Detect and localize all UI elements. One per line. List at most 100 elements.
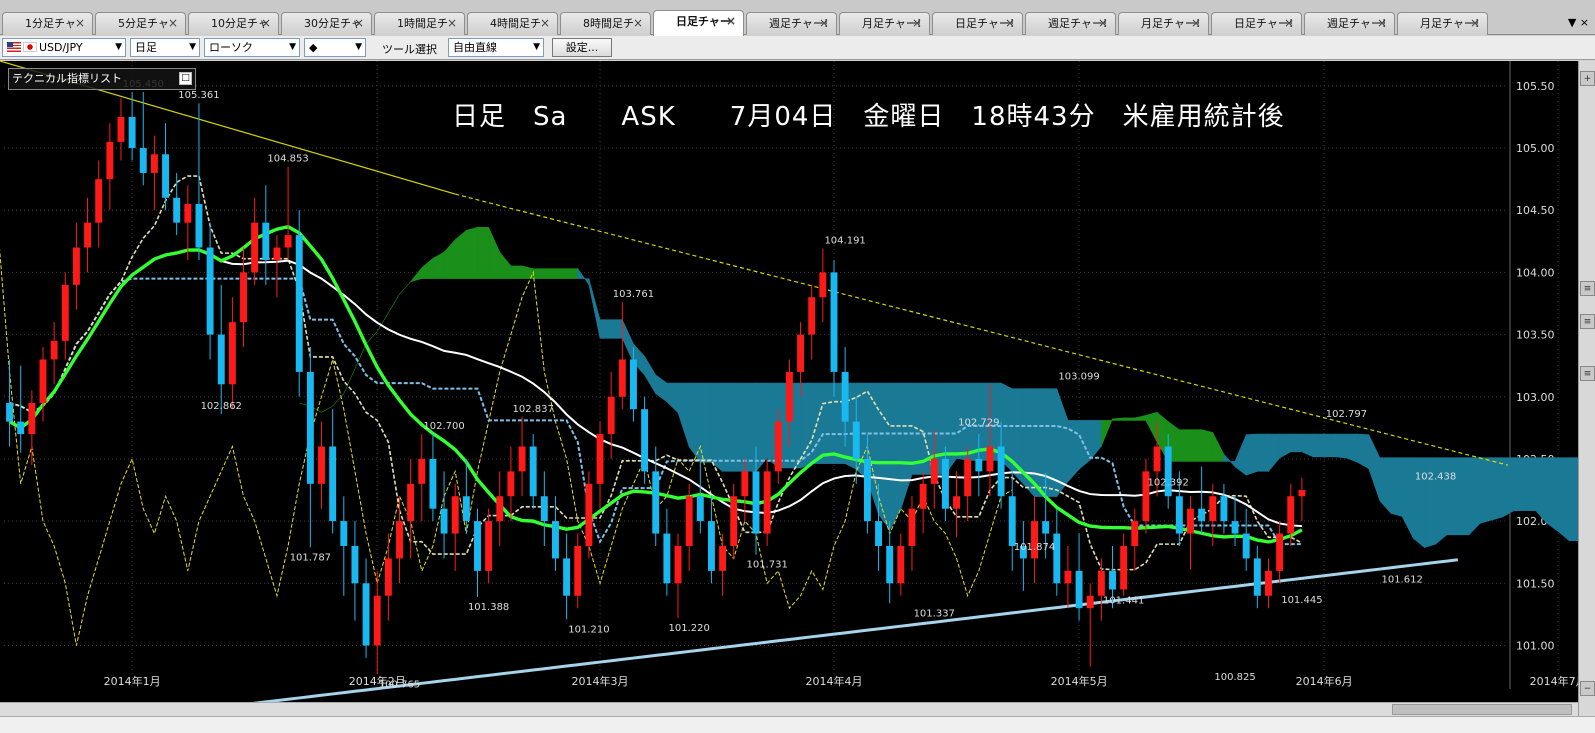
- close-icon[interactable]: ×: [354, 13, 364, 34]
- tab-16[interactable]: 月足チャー! ×: [1397, 12, 1488, 35]
- y-tick-label: 101.50: [1516, 577, 1555, 590]
- candle-body: [1064, 570, 1072, 584]
- candlestick-chart[interactable]: 101.00101.50102.00102.50103.00103.50104.…: [0, 61, 1578, 702]
- candle-body: [719, 545, 727, 571]
- candle-body: [217, 334, 225, 385]
- tab-4[interactable]: 30分足チャ ×: [281, 12, 372, 35]
- grip-icon[interactable]: ≡: [1580, 314, 1595, 329]
- close-icon[interactable]: ×: [540, 13, 550, 34]
- candle-body: [808, 297, 816, 335]
- tab-5[interactable]: 1時間足チ ×: [374, 12, 465, 35]
- close-icon[interactable]: ×: [912, 13, 922, 34]
- tab-10[interactable]: 月足チャー! ×: [839, 12, 930, 35]
- symbol-select[interactable]: USD/JPY ▼: [2, 38, 126, 57]
- zoom-out-icon[interactable]: −: [1580, 681, 1595, 696]
- tool-select[interactable]: 自由直線 ▼: [448, 38, 544, 57]
- close-icon[interactable]: ×: [1098, 13, 1108, 34]
- tab-11[interactable]: 日足チャー! ×: [932, 12, 1023, 35]
- grip-icon[interactable]: ≡: [1580, 366, 1595, 381]
- cloud-segment: [343, 368, 356, 394]
- cloud-segment: [889, 382, 902, 530]
- cloud-segment: [1457, 457, 1470, 536]
- y-tick-label: 103.00: [1516, 391, 1555, 404]
- timeframe-select[interactable]: 日足 ▼: [130, 38, 200, 57]
- candle-body: [1153, 446, 1161, 472]
- close-icon[interactable]: ×: [1470, 13, 1480, 34]
- grip-icon[interactable]: ≡: [1580, 281, 1595, 296]
- close-icon[interactable]: ×: [75, 13, 85, 34]
- tab-15[interactable]: 週足チャー! ×: [1304, 12, 1395, 35]
- tab-8[interactable]: 日足チャー ×: [653, 10, 744, 36]
- tab-list-menu[interactable]: ▼ ×: [1568, 16, 1589, 29]
- close-icon[interactable]: ×: [168, 13, 178, 34]
- candle-body: [206, 247, 214, 335]
- tab-1[interactable]: 1分足チャ ×: [2, 12, 93, 35]
- chart-type-select[interactable]: ローソク ▼: [204, 38, 300, 57]
- close-icon[interactable]: ×: [1191, 13, 1201, 34]
- tab-12[interactable]: 週足チャー! ×: [1025, 12, 1116, 35]
- candle-body: [84, 222, 92, 248]
- chart-area[interactable]: 101.00101.50102.00102.50103.00103.50104.…: [0, 61, 1595, 733]
- x-tick-label: 2014年4月: [805, 674, 862, 688]
- indicator-list-panel[interactable]: テクニカル指標リスト □: [8, 68, 196, 90]
- close-icon[interactable]: ×: [447, 13, 457, 34]
- close-icon[interactable]: ×: [261, 13, 271, 34]
- cloud-segment: [1201, 429, 1214, 462]
- cloud-segment: [1502, 457, 1514, 518]
- tab-3[interactable]: 10分足チャ ×: [188, 12, 279, 35]
- candle-body: [774, 421, 782, 472]
- candle-body: [1253, 558, 1261, 596]
- tab-9[interactable]: 週足チャー! ×: [746, 12, 837, 35]
- close-icon[interactable]: ×: [819, 13, 829, 34]
- tab-2[interactable]: 5分足チャ ×: [95, 12, 186, 35]
- candle-body: [39, 359, 47, 403]
- cloud-segment: [755, 382, 768, 473]
- candle-body: [407, 483, 415, 522]
- candle-body: [162, 154, 169, 198]
- cloud-segment: [466, 226, 478, 279]
- horizontal-scrollbar[interactable]: [0, 702, 1578, 716]
- minimize-icon[interactable]: □: [179, 72, 192, 85]
- cloud-segment: [488, 227, 501, 279]
- candle-body: [117, 116, 125, 142]
- tab-7[interactable]: 8時間足チ ×: [560, 12, 651, 35]
- settings-button[interactable]: 設定...: [552, 38, 612, 57]
- candle-body: [1008, 496, 1016, 546]
- candle-body: [552, 521, 559, 559]
- candle-body: [72, 247, 80, 285]
- candle-body: [964, 458, 972, 497]
- candle-body: [1109, 570, 1116, 590]
- close-icon[interactable]: ×: [1005, 13, 1015, 34]
- tab-14[interactable]: 日足チャー! ×: [1211, 12, 1302, 35]
- zoom-in-icon[interactable]: +: [1580, 71, 1595, 86]
- cloud-segment: [1279, 433, 1292, 459]
- tab-6[interactable]: 4時間足チ ×: [467, 12, 558, 35]
- symbol-value: USD/JPY: [39, 41, 83, 54]
- tab-label: 日足チャー: [676, 15, 731, 28]
- price-annotation: 102.392: [1148, 477, 1189, 488]
- cloud-segment: [1234, 434, 1247, 476]
- candle-body: [785, 371, 793, 422]
- price-annotation: 101.731: [746, 560, 787, 571]
- candle-body: [763, 471, 771, 534]
- candle-body: [986, 446, 994, 472]
- x-tick-label: 2014年7月: [1530, 674, 1578, 688]
- close-icon[interactable]: ×: [1284, 13, 1294, 34]
- close-icon[interactable]: ×: [1377, 13, 1387, 34]
- candle-body: [251, 222, 259, 273]
- cloud-segment: [711, 382, 723, 473]
- cloud-segment: [1268, 433, 1280, 473]
- scrollbar-thumb[interactable]: [1392, 704, 1572, 715]
- cloud-segment: [622, 319, 634, 363]
- candle-body: [540, 496, 548, 522]
- candle-body: [1131, 521, 1139, 546]
- tab-13[interactable]: 月足チャー! ×: [1118, 12, 1209, 35]
- line-style-select[interactable]: ◆ ▼: [304, 38, 366, 57]
- price-annotation: 100.825: [1214, 672, 1255, 683]
- vertical-scrollbar[interactable]: + ≡ ≡ ≡ −: [1578, 61, 1595, 716]
- cloud-segment: [588, 278, 601, 339]
- close-icon[interactable]: ×: [726, 11, 736, 32]
- price-annotation: 101.337: [914, 609, 955, 620]
- close-icon[interactable]: ×: [633, 13, 643, 34]
- tab-label: 1時間足チ: [397, 17, 448, 30]
